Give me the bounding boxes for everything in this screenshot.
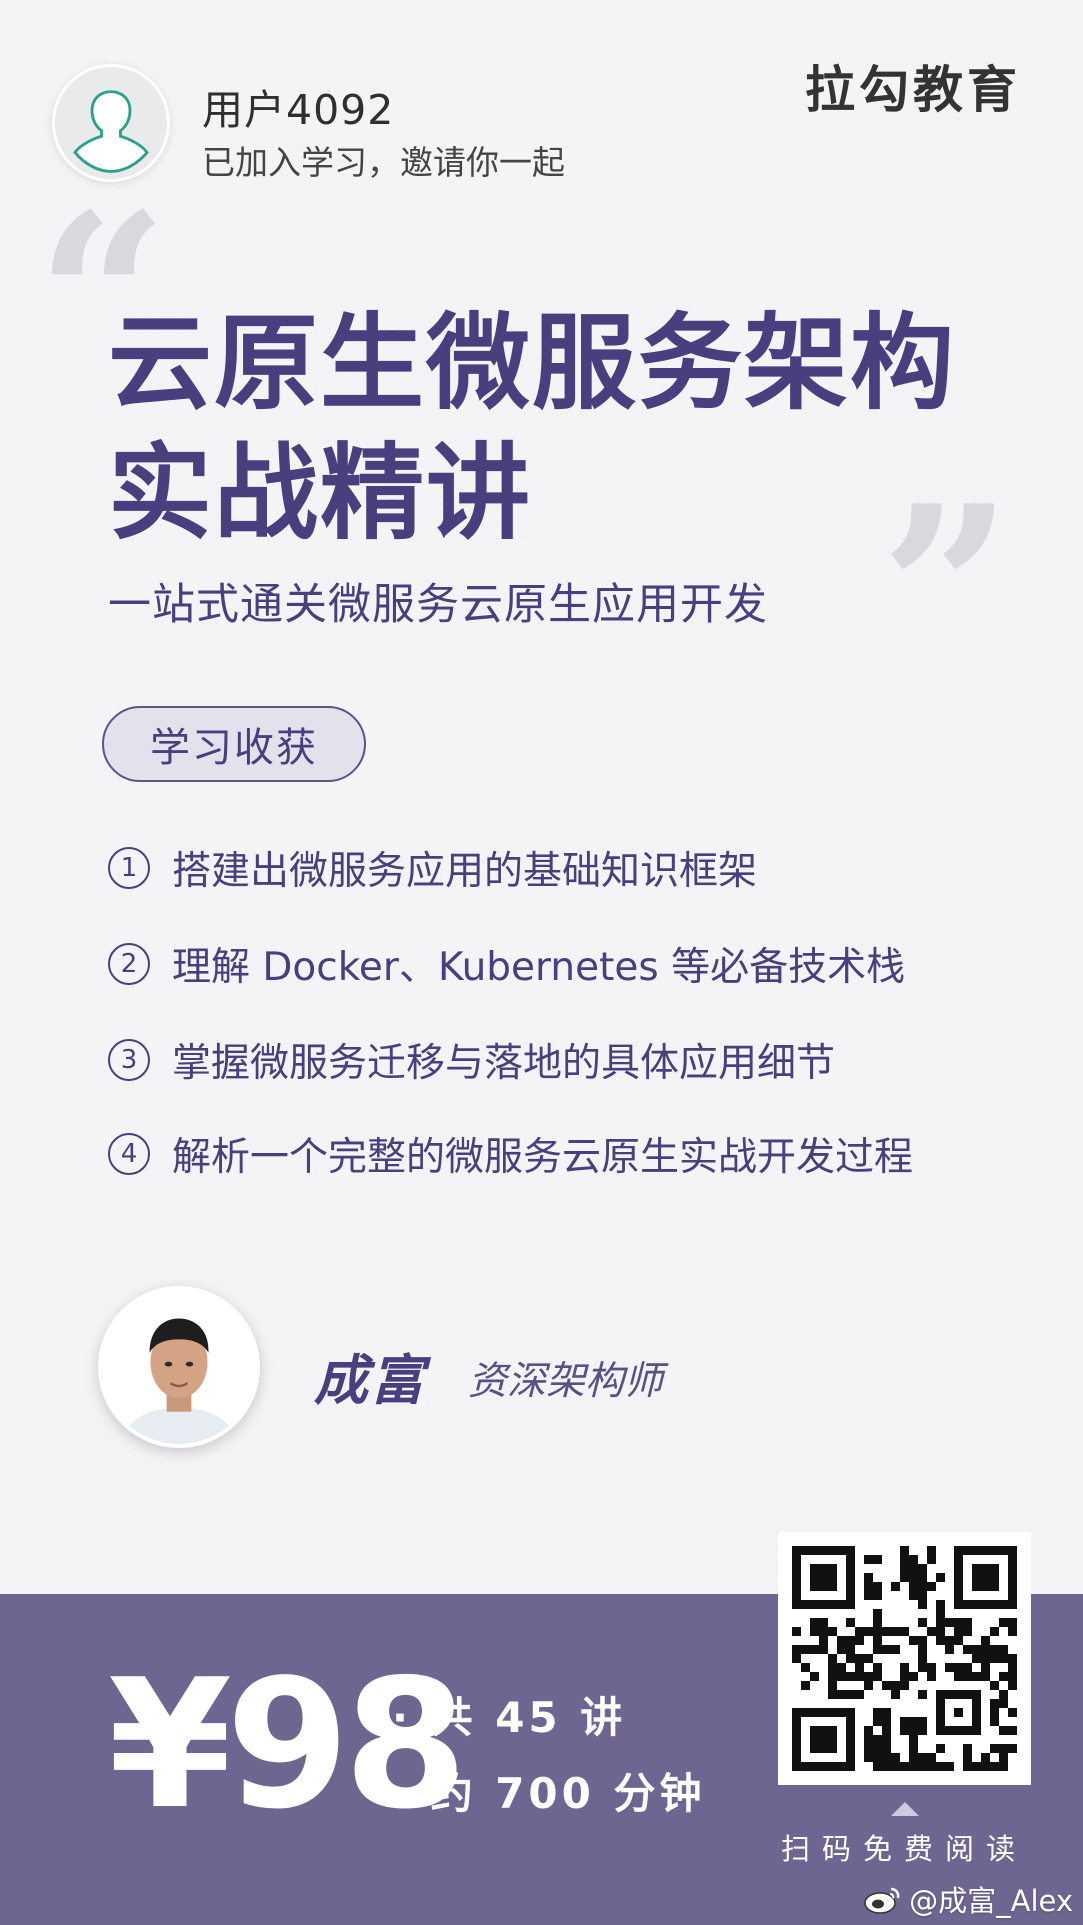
lesson-count: · 共 45 讲 [392, 1693, 627, 1742]
up-arrow-icon [891, 1802, 919, 1816]
circled-number-icon: 4 [108, 1133, 150, 1175]
benefit-item: 1 搭建出微服务应用的基础知识框架 [108, 840, 757, 896]
instructor-photo [98, 1286, 260, 1448]
course-title-line-2: 实战精讲 [108, 432, 533, 554]
user-status: 已加入学习，邀请你一起 [202, 143, 565, 182]
course-subtitle: 一站式通关微服务云原生应用开发 [108, 580, 768, 630]
qr-code[interactable] [778, 1532, 1031, 1785]
circled-number-icon: 1 [108, 847, 150, 889]
benefit-text: 搭建出微服务应用的基础知识框架 [172, 849, 758, 894]
benefit-item: 3 掌握微服务迁移与落地的具体应用细节 [108, 1032, 835, 1088]
watermark: @成富_Alex [863, 1878, 1073, 1920]
instructor-name: 成富 [314, 1349, 426, 1412]
duration: · 约 700 分钟 [392, 1769, 706, 1818]
qr-caption: 扫码免费阅读 [780, 1832, 1027, 1866]
benefit-text: 理解 Docker、Kubernetes 等必备技术栈 [172, 945, 906, 990]
benefit-text: 掌握微服务迁移与落地的具体应用细节 [172, 1041, 836, 1086]
brand-logo: 拉勾教育 [805, 61, 1021, 119]
circled-number-icon: 3 [108, 1039, 150, 1081]
close-quote-icon: ” [880, 456, 1013, 726]
watermark-text: @成富_Alex [909, 1884, 1073, 1918]
circled-number-icon: 2 [108, 943, 150, 985]
user-name: 用户4092 [202, 86, 395, 134]
benefit-item: 2 理解 Docker、Kubernetes 等必备技术栈 [108, 936, 905, 992]
instructor-title: 资深架构师 [468, 1359, 664, 1404]
benefits-badge: 学习收获 [102, 706, 366, 782]
benefit-item: 4 解析一个完整的微服务云原生实战开发过程 [108, 1126, 913, 1182]
weibo-icon [864, 1887, 900, 1914]
poster: 用户4092 已加入学习，邀请你一起 拉勾教育 “ ” 云原生微服务架构 实战精… [0, 0, 1083, 1925]
course-title-line-1: 云原生微服务架构 [108, 302, 957, 424]
benefit-text: 解析一个完整的微服务云原生实战开发过程 [172, 1135, 914, 1180]
